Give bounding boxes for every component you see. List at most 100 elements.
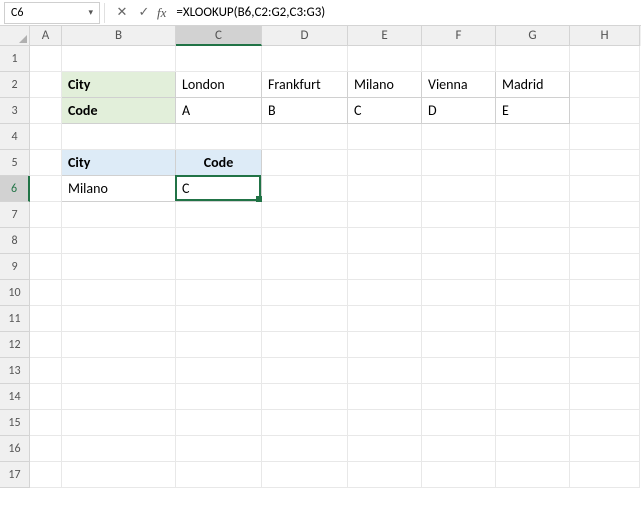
- column-header[interactable]: B: [62, 26, 176, 46]
- cell[interactable]: [30, 176, 62, 202]
- cell-lookup-result[interactable]: C: [176, 176, 262, 202]
- cell[interactable]: [62, 306, 176, 332]
- cell[interactable]: [62, 46, 176, 72]
- cell[interactable]: [422, 254, 496, 280]
- cell[interactable]: [262, 280, 348, 306]
- cell[interactable]: [348, 384, 422, 410]
- cell[interactable]: [262, 306, 348, 332]
- row-header[interactable]: 11: [0, 306, 30, 332]
- cell[interactable]: [176, 124, 262, 150]
- fx-icon[interactable]: fx: [157, 5, 166, 21]
- cell[interactable]: [176, 254, 262, 280]
- cell[interactable]: [422, 150, 496, 176]
- cell[interactable]: [176, 358, 262, 384]
- cell[interactable]: [30, 98, 62, 124]
- cell[interactable]: [62, 280, 176, 306]
- formula-input[interactable]: [172, 2, 641, 24]
- cell[interactable]: [422, 358, 496, 384]
- cell[interactable]: [570, 436, 640, 462]
- cell[interactable]: [422, 176, 496, 202]
- cell[interactable]: [422, 202, 496, 228]
- cell[interactable]: [570, 176, 640, 202]
- cell[interactable]: [496, 306, 570, 332]
- cell[interactable]: [348, 410, 422, 436]
- cell-lookup-header-code[interactable]: Code: [176, 150, 262, 176]
- cell[interactable]: [422, 462, 496, 488]
- name-box[interactable]: C6 ▾: [4, 2, 100, 24]
- cell[interactable]: [570, 384, 640, 410]
- cell[interactable]: London: [176, 72, 262, 98]
- cell[interactable]: [570, 254, 640, 280]
- cell[interactable]: [62, 358, 176, 384]
- cell[interactable]: [262, 202, 348, 228]
- cell[interactable]: [176, 228, 262, 254]
- cell[interactable]: [348, 46, 422, 72]
- cell[interactable]: [570, 46, 640, 72]
- column-header[interactable]: E: [348, 26, 422, 46]
- cell[interactable]: [62, 228, 176, 254]
- column-header[interactable]: C: [176, 26, 262, 46]
- column-header[interactable]: F: [422, 26, 496, 46]
- cell[interactable]: [62, 124, 176, 150]
- cell[interactable]: [422, 436, 496, 462]
- cell[interactable]: [570, 462, 640, 488]
- cell[interactable]: [496, 46, 570, 72]
- cell[interactable]: [496, 332, 570, 358]
- cell[interactable]: [262, 150, 348, 176]
- column-header[interactable]: D: [262, 26, 348, 46]
- cell[interactable]: [570, 280, 640, 306]
- cell[interactable]: [496, 462, 570, 488]
- cell[interactable]: B: [262, 98, 348, 124]
- cell[interactable]: [62, 384, 176, 410]
- cell[interactable]: [262, 410, 348, 436]
- row-header[interactable]: 10: [0, 280, 30, 306]
- cell[interactable]: [262, 358, 348, 384]
- cell[interactable]: [30, 332, 62, 358]
- cell[interactable]: [348, 202, 422, 228]
- row-header[interactable]: 12: [0, 332, 30, 358]
- cell[interactable]: [176, 306, 262, 332]
- cell[interactable]: [176, 46, 262, 72]
- cell[interactable]: [176, 462, 262, 488]
- cell[interactable]: [422, 280, 496, 306]
- cell[interactable]: [422, 46, 496, 72]
- cell[interactable]: [496, 228, 570, 254]
- cell[interactable]: [62, 462, 176, 488]
- row-header[interactable]: 4: [0, 124, 30, 150]
- cell[interactable]: [262, 176, 348, 202]
- cell[interactable]: [30, 124, 62, 150]
- row-header[interactable]: 17: [0, 462, 30, 488]
- cell[interactable]: [176, 436, 262, 462]
- cell[interactable]: E: [496, 98, 570, 124]
- cell[interactable]: [262, 384, 348, 410]
- cell[interactable]: D: [422, 98, 496, 124]
- cell[interactable]: [30, 384, 62, 410]
- column-header[interactable]: G: [496, 26, 570, 46]
- cell[interactable]: [30, 254, 62, 280]
- cell[interactable]: [348, 462, 422, 488]
- cell-lookup-city[interactable]: Milano: [62, 176, 176, 202]
- cell[interactable]: [496, 124, 570, 150]
- row-header[interactable]: 8: [0, 228, 30, 254]
- cell[interactable]: [30, 462, 62, 488]
- cell[interactable]: [422, 384, 496, 410]
- chevron-down-icon[interactable]: ▾: [88, 7, 93, 18]
- column-header[interactable]: A: [30, 26, 62, 46]
- cell[interactable]: [176, 280, 262, 306]
- row-header[interactable]: 6: [0, 176, 30, 202]
- cell[interactable]: [30, 72, 62, 98]
- cell[interactable]: [30, 150, 62, 176]
- row-header[interactable]: 5: [0, 150, 30, 176]
- cell[interactable]: [348, 150, 422, 176]
- cell[interactable]: [30, 410, 62, 436]
- select-all-button[interactable]: [0, 26, 30, 46]
- cell[interactable]: [422, 124, 496, 150]
- cell[interactable]: [496, 280, 570, 306]
- cell[interactable]: [348, 280, 422, 306]
- row-header[interactable]: 13: [0, 358, 30, 384]
- row-header[interactable]: 14: [0, 384, 30, 410]
- cell[interactable]: [176, 384, 262, 410]
- cell[interactable]: [30, 46, 62, 72]
- cell[interactable]: [262, 124, 348, 150]
- cell[interactable]: [570, 306, 640, 332]
